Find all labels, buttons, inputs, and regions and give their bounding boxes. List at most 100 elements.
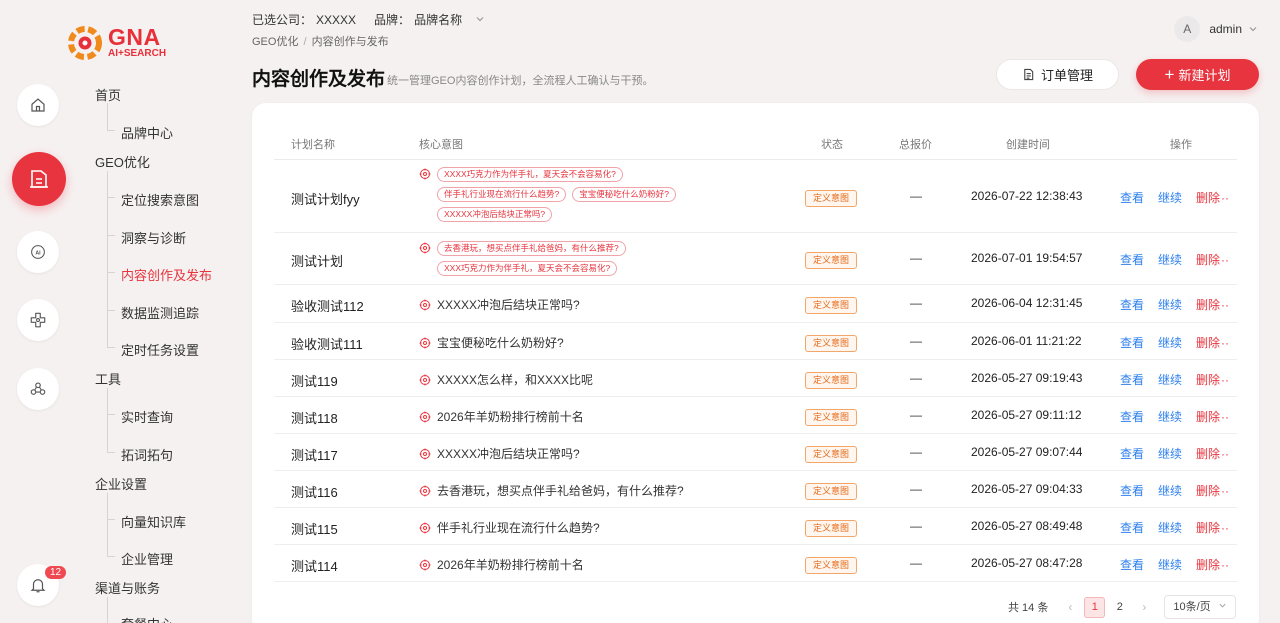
more-actions-icon[interactable]: ·· — [1221, 484, 1229, 498]
more-actions-icon[interactable]: ·· — [1221, 373, 1229, 387]
nav-group-channels[interactable]: 渠道与账务 — [95, 578, 160, 597]
view-button[interactable]: 查看 — [1120, 253, 1144, 267]
delete-button[interactable]: 删除 — [1196, 298, 1220, 312]
plan-name[interactable]: 测试计划 — [291, 251, 343, 270]
plan-name[interactable]: 测试114 — [291, 556, 338, 575]
view-button[interactable]: 查看 — [1120, 558, 1144, 572]
sidebar-item-brand-center[interactable]: 品牌中心 — [121, 123, 173, 142]
page-size-select[interactable]: 10条/页 — [1164, 595, 1237, 619]
pagination-prev-button[interactable]: ‹ — [1068, 600, 1072, 614]
table-row: 测试118 2026年羊奶粉排行榜前十名 定义意图 — 2026-05-27 09:11… — [274, 397, 1237, 434]
plan-name[interactable]: 验收测试111 — [291, 334, 363, 353]
delete-button[interactable]: 删除 — [1196, 373, 1220, 387]
delete-button[interactable]: 删除 — [1196, 521, 1220, 535]
rail-ai-button[interactable]: AI — [17, 231, 59, 273]
user-menu[interactable]: A admin — [1174, 16, 1258, 42]
plan-name[interactable]: 测试119 — [291, 371, 338, 390]
nav-group-enterprise[interactable]: 企业设置 — [95, 474, 147, 493]
rail-home-button[interactable] — [17, 84, 59, 126]
nav-tree-tick — [107, 197, 115, 198]
plan-name[interactable]: 测试116 — [291, 482, 338, 501]
nav-group-tools[interactable]: 工具 — [95, 369, 121, 388]
sidebar-item-enterprise-mgmt[interactable]: 企业管理 — [121, 549, 173, 568]
sidebar-item-packages[interactable]: 套餐中心 — [121, 614, 173, 623]
intent-pill[interactable]: 去香港玩，想买点伴手礼给爸妈，有什么推荐? — [437, 240, 626, 256]
more-actions-icon[interactable]: ·· — [1221, 191, 1229, 205]
intent-pill[interactable]: 宝宝便秘吃什么奶粉好? — [572, 186, 676, 202]
sidebar-item-content-creation[interactable]: 内容创作及发布 — [121, 265, 212, 284]
delete-button[interactable]: 删除 — [1196, 191, 1220, 205]
company-selector[interactable]: 已选公司： XXXXX 品牌： 品牌名称 — [252, 11, 485, 28]
sidebar-item-scheduled-tasks[interactable]: 定时任务设置 — [121, 340, 199, 359]
chevron-down-icon[interactable] — [1248, 24, 1258, 34]
avatar[interactable]: A — [1174, 16, 1201, 42]
delete-button[interactable]: 删除 — [1196, 336, 1220, 350]
sidebar-item-search-intent[interactable]: 定位搜索意图 — [121, 190, 199, 209]
rail-geo-button[interactable] — [12, 152, 66, 206]
more-actions-icon[interactable]: ·· — [1221, 447, 1229, 461]
pagination-next-button[interactable]: › — [1142, 600, 1146, 614]
continue-button[interactable]: 继续 — [1158, 447, 1182, 461]
chevron-down-icon[interactable] — [475, 14, 485, 24]
sidebar-item-realtime-query[interactable]: 实时查询 — [121, 407, 173, 426]
continue-button[interactable]: 继续 — [1158, 253, 1182, 267]
continue-button[interactable]: 继续 — [1158, 484, 1182, 498]
target-icon — [419, 168, 431, 180]
new-plan-button[interactable]: + 新建计划 — [1136, 59, 1259, 90]
pagination-page-1[interactable]: 1 — [1084, 596, 1106, 618]
delete-button[interactable]: 删除 — [1196, 410, 1220, 424]
view-button[interactable]: 查看 — [1120, 298, 1144, 312]
view-button[interactable]: 查看 — [1120, 191, 1144, 205]
new-plan-label: 新建计划 — [1178, 68, 1231, 83]
nav-group-geo[interactable]: GEO优化 — [95, 152, 150, 171]
more-actions-icon[interactable]: ·· — [1221, 336, 1229, 350]
continue-button[interactable]: 继续 — [1158, 521, 1182, 535]
intent-pill[interactable]: XXXXX冲泡后结块正常吗? — [437, 206, 553, 222]
continue-button[interactable]: 继续 — [1158, 336, 1182, 350]
user-name[interactable]: admin — [1209, 22, 1242, 36]
more-actions-icon[interactable]: ·· — [1221, 410, 1229, 424]
view-button[interactable]: 查看 — [1120, 447, 1144, 461]
total-price: — — [910, 556, 922, 570]
continue-button[interactable]: 继续 — [1158, 298, 1182, 312]
plan-name[interactable]: 测试115 — [291, 519, 338, 538]
more-actions-icon[interactable]: ·· — [1221, 253, 1229, 267]
delete-button[interactable]: 删除 — [1196, 484, 1220, 498]
continue-button[interactable]: 继续 — [1158, 558, 1182, 572]
continue-button[interactable]: 继续 — [1158, 191, 1182, 205]
breadcrumb-parent[interactable]: GEO优化 — [252, 36, 298, 48]
view-button[interactable]: 查看 — [1120, 521, 1144, 535]
plan-name[interactable]: 测试计划fyy — [291, 189, 360, 208]
sidebar-item-keyword-expand[interactable]: 拓词拓句 — [121, 445, 173, 464]
pagination-page-2[interactable]: 2 — [1109, 597, 1130, 618]
rail-team-button[interactable] — [17, 368, 59, 410]
view-button[interactable]: 查看 — [1120, 373, 1144, 387]
intent-pill[interactable]: XXX巧克力作为伴手礼，夏天会不会容易化? — [437, 260, 618, 276]
rail-plugin-button[interactable] — [17, 299, 59, 341]
plan-name[interactable]: 验收测试112 — [291, 296, 364, 315]
sidebar-item-knowledge-base[interactable]: 向量知识库 — [121, 512, 186, 531]
view-button[interactable]: 查看 — [1120, 336, 1144, 350]
view-button[interactable]: 查看 — [1120, 484, 1144, 498]
sidebar-item-data-monitoring[interactable]: 数据监测追踪 — [121, 303, 199, 322]
delete-button[interactable]: 删除 — [1196, 447, 1220, 461]
total-price: — — [910, 251, 922, 265]
plan-name[interactable]: 测试118 — [291, 408, 338, 427]
more-actions-icon[interactable]: ·· — [1221, 298, 1229, 312]
nav-group-home[interactable]: 首页 — [95, 85, 121, 104]
brand-value[interactable]: 品牌名称 — [414, 13, 462, 27]
more-actions-icon[interactable]: ·· — [1221, 521, 1229, 535]
row-actions: 查看 继续 删除·· — [1120, 371, 1229, 388]
intent-pill[interactable]: 伴手礼行业现在流行什么趋势? — [437, 186, 567, 202]
continue-button[interactable]: 继续 — [1158, 410, 1182, 424]
delete-button[interactable]: 删除 — [1196, 253, 1220, 267]
plan-name[interactable]: 测试117 — [291, 445, 338, 464]
delete-button[interactable]: 删除 — [1196, 558, 1220, 572]
table-row: 测试计划fyy XXXX巧克力作为伴手礼，夏天会不会容易化? 伴手礼行业现在流行什么… — [274, 160, 1237, 233]
order-management-button[interactable]: 订单管理 — [996, 59, 1119, 90]
continue-button[interactable]: 继续 — [1158, 373, 1182, 387]
view-button[interactable]: 查看 — [1120, 410, 1144, 424]
intent-pill[interactable]: XXXX巧克力作为伴手礼，夏天会不会容易化? — [437, 166, 623, 182]
more-actions-icon[interactable]: ·· — [1221, 558, 1229, 572]
sidebar-item-insight[interactable]: 洞察与诊断 — [121, 228, 186, 247]
